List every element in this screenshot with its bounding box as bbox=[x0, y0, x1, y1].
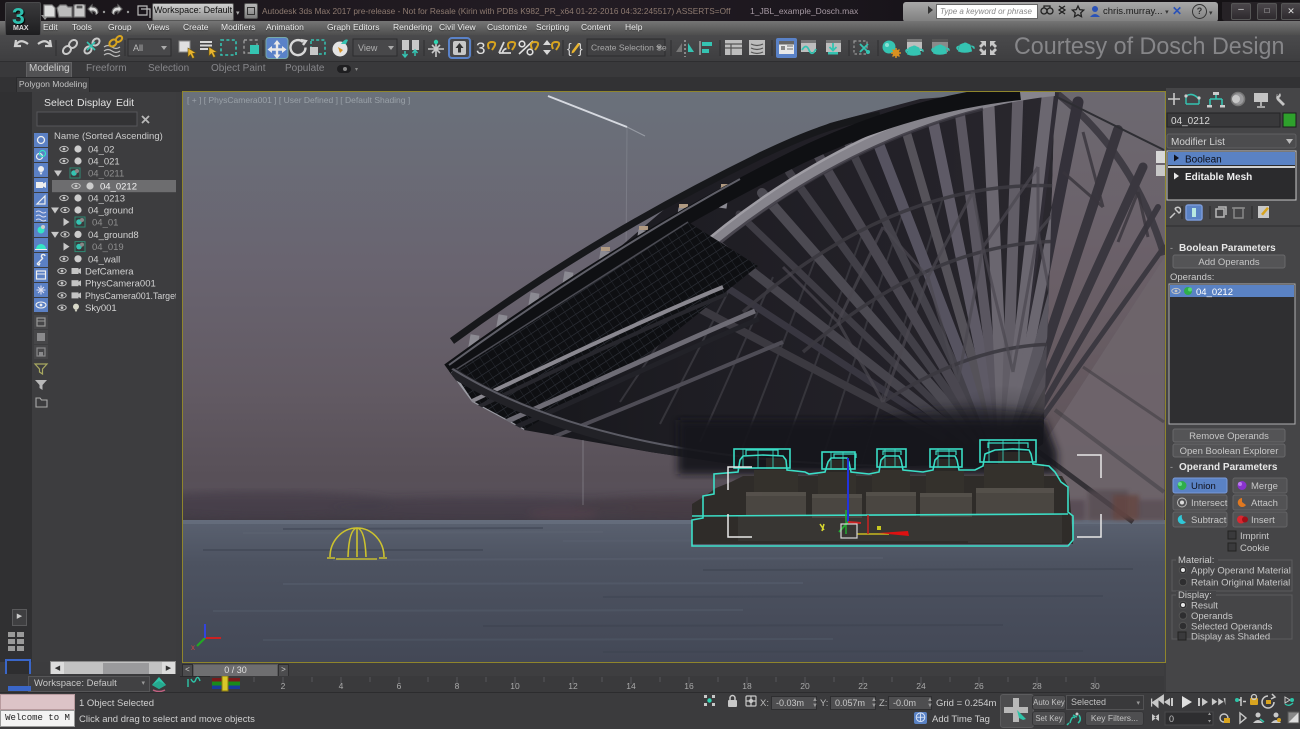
svg-text:14: 14 bbox=[626, 681, 636, 691]
svg-text:28: 28 bbox=[1032, 681, 1042, 691]
svg-text:Open Boolean Explorer: Open Boolean Explorer bbox=[1180, 446, 1279, 457]
svg-text:PhysCamera001: PhysCamera001 bbox=[85, 279, 156, 290]
svg-text:Display: Display bbox=[77, 97, 112, 109]
svg-text:Select: Select bbox=[44, 97, 73, 109]
svg-text:Result: Result bbox=[1191, 601, 1218, 612]
svg-text:16: 16 bbox=[684, 681, 694, 691]
svg-text:22: 22 bbox=[858, 681, 868, 691]
svg-text:8: 8 bbox=[455, 681, 460, 691]
svg-text:04_0212: 04_0212 bbox=[1196, 287, 1233, 298]
svg-text:Subtract: Subtract bbox=[1191, 515, 1227, 526]
svg-text:3: 3 bbox=[476, 39, 485, 58]
svg-text:Sky001: Sky001 bbox=[85, 303, 117, 314]
svg-text:04_ground: 04_ground bbox=[88, 206, 133, 217]
svg-text:Boolean: Boolean bbox=[1185, 155, 1222, 166]
svg-text:Material:: Material: bbox=[1178, 555, 1214, 566]
svg-text:{: { bbox=[567, 40, 572, 56]
svg-text:All: All bbox=[133, 43, 143, 53]
svg-text:24: 24 bbox=[916, 681, 926, 691]
svg-text:04_ground8: 04_ground8 bbox=[88, 230, 139, 241]
svg-text:}: } bbox=[578, 40, 583, 56]
svg-text:Operands:: Operands: bbox=[1170, 272, 1214, 283]
svg-text:6: 6 bbox=[397, 681, 402, 691]
svg-text:04_0213: 04_0213 bbox=[88, 194, 125, 205]
svg-text:20: 20 bbox=[800, 681, 810, 691]
svg-text:Create Selection Se: Create Selection Se bbox=[591, 43, 667, 53]
svg-text:Union: Union bbox=[1191, 481, 1216, 492]
svg-text:Operand Parameters: Operand Parameters bbox=[1179, 462, 1278, 473]
svg-text:View: View bbox=[358, 43, 378, 53]
svg-text:Attach: Attach bbox=[1251, 498, 1278, 509]
svg-text:4: 4 bbox=[339, 681, 344, 691]
svg-text:Apply Operand Material: Apply Operand Material bbox=[1191, 566, 1291, 577]
svg-text:Boolean Parameters: Boolean Parameters bbox=[1179, 243, 1276, 254]
svg-text:04_021: 04_021 bbox=[88, 157, 120, 168]
svg-text:PhysCamera001.Target: PhysCamera001.Target bbox=[85, 291, 176, 301]
svg-text:Operands: Operands bbox=[1191, 611, 1233, 622]
svg-text:Retain Original Material: Retain Original Material bbox=[1191, 578, 1290, 589]
svg-text:Insert: Insert bbox=[1251, 515, 1275, 526]
svg-text:2: 2 bbox=[281, 681, 286, 691]
svg-text:Remove Operands: Remove Operands bbox=[1189, 431, 1269, 442]
svg-text:18: 18 bbox=[742, 681, 752, 691]
svg-text:04_019: 04_019 bbox=[92, 242, 124, 253]
svg-text:Editable Mesh: Editable Mesh bbox=[1185, 172, 1252, 183]
svg-text:04_0211: 04_0211 bbox=[88, 169, 124, 180]
svg-text:04_02: 04_02 bbox=[88, 145, 114, 156]
svg-text:12: 12 bbox=[568, 681, 578, 691]
svg-text:-: - bbox=[1170, 462, 1173, 472]
svg-text:Name (Sorted Ascending): Name (Sorted Ascending) bbox=[54, 131, 163, 142]
svg-text:04_0212: 04_0212 bbox=[100, 182, 137, 193]
svg-text:[ + ] [ PhysCamera001 ] [ User: [ + ] [ PhysCamera001 ] [ User Defined ]… bbox=[187, 95, 410, 105]
svg-text:Intersect: Intersect bbox=[1191, 498, 1228, 509]
svg-text:04_01: 04_01 bbox=[92, 218, 118, 229]
svg-text:x: x bbox=[191, 643, 195, 652]
svg-text:Modifier List: Modifier List bbox=[1171, 137, 1225, 148]
svg-text:04_wall: 04_wall bbox=[88, 254, 120, 265]
svg-text:-: - bbox=[1170, 243, 1173, 253]
svg-text:Display as Shaded: Display as Shaded bbox=[1191, 632, 1270, 643]
svg-text:Imprint: Imprint bbox=[1240, 531, 1269, 542]
svg-text:Add Operands: Add Operands bbox=[1198, 257, 1260, 268]
svg-text:30: 30 bbox=[1090, 681, 1100, 691]
svg-text:Display:: Display: bbox=[1178, 590, 1212, 601]
svg-text:Edit: Edit bbox=[116, 97, 134, 109]
svg-text:Cookie: Cookie bbox=[1240, 543, 1270, 554]
svg-text:DefCamera: DefCamera bbox=[85, 267, 134, 278]
svg-text:10: 10 bbox=[510, 681, 520, 691]
svg-text:04_0212: 04_0212 bbox=[1171, 116, 1210, 127]
svg-text:26: 26 bbox=[974, 681, 984, 691]
svg-text:Merge: Merge bbox=[1251, 481, 1278, 492]
svg-text:0: 0 bbox=[1169, 714, 1174, 724]
